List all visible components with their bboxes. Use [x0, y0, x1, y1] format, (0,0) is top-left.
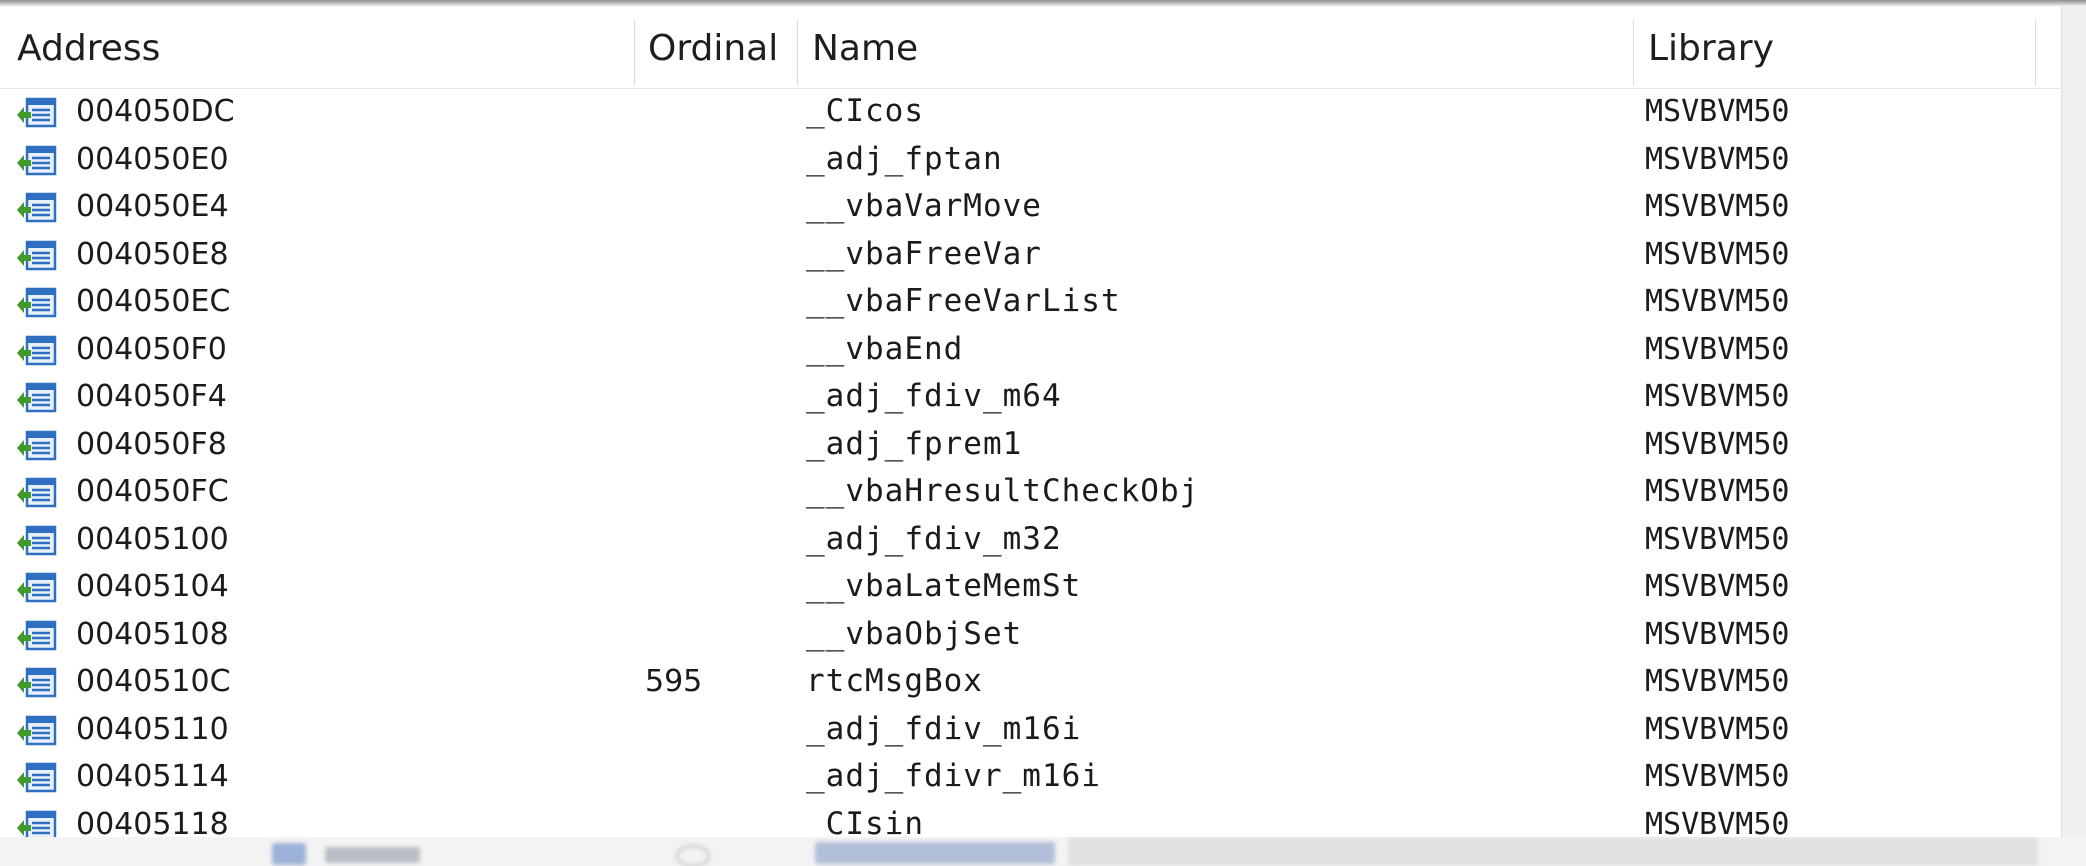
window-top-border: [0, 0, 2086, 7]
library-cell: MSVBVM50: [1645, 94, 1790, 129]
table-row[interactable]: 004050E0 _adj_fptan MSVBVM50: [0, 136, 2060, 184]
address-cell: 004050EC: [76, 284, 231, 319]
column-header-name[interactable]: Name: [812, 10, 918, 88]
table-row[interactable]: 004050F4 _adj_fdiv_m64 MSVBVM50: [0, 373, 2060, 421]
imports-table-header: Address Ordinal Name Library: [0, 10, 2060, 89]
library-cell: MSVBVM50: [1645, 664, 1790, 699]
library-cell: MSVBVM50: [1645, 379, 1790, 414]
library-cell: MSVBVM50: [1645, 474, 1790, 509]
library-cell: MSVBVM50: [1645, 616, 1790, 652]
table-row[interactable]: 00405114 _adj_fdivr_m16i MSVBVM50: [0, 753, 2060, 801]
library-cell: MSVBVM50: [1645, 141, 1790, 177]
function-name-cell: __vbaVarMove: [806, 188, 1042, 224]
import-function-icon: [17, 382, 57, 413]
background-window-strip: [0, 837, 2086, 866]
blurred-app-icon: [272, 843, 306, 865]
library-cell: MSVBVM50: [1645, 569, 1790, 604]
import-function-icon: [17, 762, 57, 793]
library-cell: MSVBVM50: [1645, 331, 1790, 367]
function-name-cell: _adj_fprem1: [806, 425, 1023, 462]
table-row[interactable]: 004050E8 __vbaFreeVar MSVBVM50: [0, 231, 2060, 279]
address-cell: 004050F0: [76, 331, 227, 367]
import-function-icon: [17, 145, 57, 175]
import-function-icon: [17, 287, 57, 318]
function-name-cell: __vbaLateMemSt: [806, 568, 1082, 604]
import-function-icon: [17, 525, 57, 555]
function-name-cell: _CIcos: [806, 93, 924, 129]
address-cell: 004050DC: [76, 94, 235, 129]
imports-window: Address Ordinal Name Library 004050DC _C…: [0, 0, 2086, 866]
column-header-library[interactable]: Library: [1648, 10, 1774, 88]
table-row[interactable]: 004050FC __vbaHresultCheckObj MSVBVM50: [0, 468, 2060, 516]
column-divider[interactable]: [1633, 20, 1634, 86]
table-row[interactable]: 00405108 __vbaObjSet MSVBVM50: [0, 611, 2060, 659]
blurred-text: [815, 842, 1055, 864]
library-cell: MSVBVM50: [1645, 711, 1790, 747]
import-function-icon: [17, 477, 57, 508]
function-name-cell: __vbaFreeVar: [806, 235, 1042, 272]
table-row[interactable]: 004050F8 _adj_fprem1 MSVBVM50: [0, 421, 2060, 469]
function-name-cell: _adj_fdiv_m64: [806, 378, 1062, 414]
import-function-icon: [17, 667, 57, 698]
address-cell: 004050E4: [76, 189, 229, 224]
import-function-icon: [17, 335, 57, 365]
column-divider[interactable]: [2035, 20, 2036, 86]
library-cell: MSVBVM50: [1645, 521, 1790, 557]
address-cell: 00405108: [76, 616, 229, 652]
function-name-cell: __vbaHresultCheckObj: [806, 473, 1200, 509]
table-row[interactable]: 00405110 _adj_fdiv_m16i MSVBVM50: [0, 706, 2060, 754]
table-row[interactable]: 004050F0 __vbaEnd MSVBVM50: [0, 326, 2060, 374]
table-row[interactable]: 0040510C 595 rtcMsgBox MSVBVM50: [0, 658, 2060, 706]
import-function-icon: [17, 192, 57, 223]
ordinal-cell: 595: [645, 664, 703, 699]
column-divider[interactable]: [634, 20, 635, 86]
column-divider[interactable]: [797, 20, 798, 86]
function-name-cell: rtcMsgBox: [806, 663, 983, 699]
library-cell: MSVBVM50: [1645, 236, 1790, 272]
library-cell: MSVBVM50: [1645, 189, 1790, 224]
import-function-icon: [17, 715, 57, 745]
function-name-cell: __vbaEnd: [806, 330, 964, 367]
blurred-console-panel: [1068, 837, 2038, 866]
address-cell: 00405100: [76, 521, 229, 557]
table-row[interactable]: 004050EC __vbaFreeVarList MSVBVM50: [0, 278, 2060, 326]
blurred-icon: [676, 845, 710, 866]
function-name-cell: _adj_fdiv_m32: [806, 520, 1062, 557]
function-name-cell: _adj_fdivr_m16i: [806, 758, 1101, 794]
function-name-cell: __vbaFreeVarList: [806, 283, 1121, 319]
table-row[interactable]: 004050E4 __vbaVarMove MSVBVM50: [0, 183, 2060, 231]
table-row[interactable]: 00405104 __vbaLateMemSt MSVBVM50: [0, 563, 2060, 611]
column-header-address[interactable]: Address: [17, 10, 160, 88]
address-cell: 004050E8: [76, 236, 229, 272]
address-cell: 004050E0: [76, 141, 229, 177]
address-cell: 004050F8: [76, 426, 227, 462]
function-name-cell: _adj_fptan: [806, 140, 1003, 177]
function-name-cell: __vbaObjSet: [806, 615, 1023, 652]
library-cell: MSVBVM50: [1645, 426, 1790, 462]
vertical-scrollbar[interactable]: [2061, 7, 2086, 837]
library-cell: MSVBVM50: [1645, 759, 1790, 794]
import-function-icon: [17, 97, 57, 128]
table-row[interactable]: 00405100 _adj_fdiv_m32 MSVBVM50: [0, 516, 2060, 564]
import-function-icon: [17, 430, 57, 460]
address-cell: 00405114: [76, 759, 229, 794]
address-cell: 0040510C: [76, 664, 231, 699]
blurred-text: [325, 847, 420, 863]
import-function-icon: [17, 572, 57, 603]
library-cell: MSVBVM50: [1645, 284, 1790, 319]
imports-table-body: 004050DC _CIcos MSVBVM50 004050E0 _adj_f…: [0, 88, 2060, 848]
address-cell: 004050FC: [76, 474, 229, 509]
import-function-icon: [17, 240, 57, 270]
address-cell: 00405110: [76, 711, 229, 747]
address-cell: 004050F4: [76, 379, 227, 414]
address-cell: 00405104: [76, 569, 229, 604]
function-name-cell: _adj_fdiv_m16i: [806, 710, 1082, 747]
table-row[interactable]: 004050DC _CIcos MSVBVM50: [0, 88, 2060, 136]
import-function-icon: [17, 620, 57, 650]
column-header-ordinal[interactable]: Ordinal: [648, 10, 778, 88]
